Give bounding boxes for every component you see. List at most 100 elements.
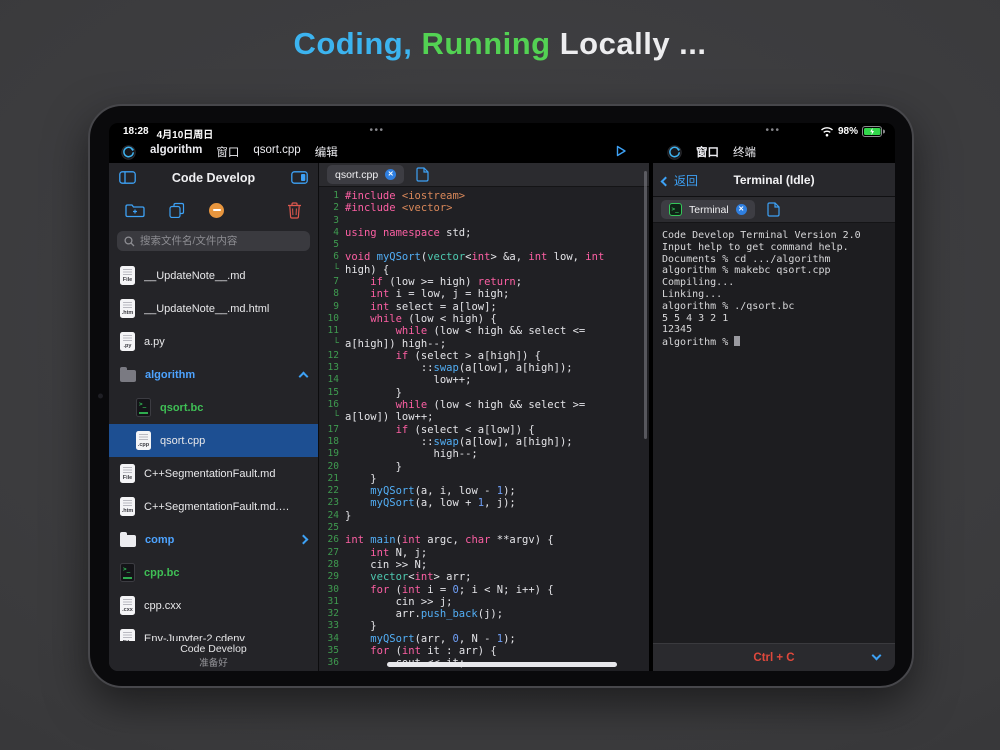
terminal-app: 返回 Terminal (Idle) Terminal ✕ Code Devel… — [653, 163, 895, 671]
code-line: 22 myQSort(a, i, low - 1); — [319, 485, 649, 497]
file-row[interactable]: cpp.bc — [109, 556, 318, 589]
file-name: C++SegmentationFault.md.… — [144, 501, 290, 513]
code-line: 7 if (low >= high) return; — [319, 276, 649, 288]
code-line: 34 myQSort(arr, 0, N - 1); — [319, 633, 649, 645]
code-editor[interactable]: qsort.cpp ✕ 1#include <iostream>2#includ… — [319, 163, 649, 671]
code-line: 25 — [319, 522, 649, 534]
ctrl-c-button[interactable]: Ctrl + C — [753, 652, 794, 664]
file-name: cpp.bc — [144, 567, 179, 579]
exec-icon — [136, 398, 151, 417]
file-list: File__UpdateNote__.md .htm __UpdateNote__.… — [109, 259, 318, 671]
search-input[interactable] — [140, 235, 303, 247]
ipad-device: 18:28 4月10日周日 ••• ••• 98% algorit — [88, 104, 914, 688]
chevron-left-icon — [661, 176, 671, 186]
terminal-icon — [669, 203, 682, 216]
file-row[interactable]: qsort.bc — [109, 391, 318, 424]
trash-button[interactable] — [287, 202, 302, 219]
terminal-output[interactable]: Code Develop Terminal Version 2.0Input h… — [653, 223, 895, 643]
code-line: 30 for (int i = 0; i < N; i++) { — [319, 584, 649, 596]
chevron-right-icon[interactable] — [299, 535, 309, 545]
file-name: qsort.cpp — [160, 435, 205, 447]
wifi-icon — [820, 126, 834, 137]
menu-bar: algorithm窗口qsort.cpp编辑 窗口终端 — [109, 141, 895, 163]
file-name: a.py — [144, 336, 165, 348]
multitask-dots-left[interactable]: ••• — [369, 125, 384, 136]
tab-qsort-cpp[interactable]: qsort.cpp ✕ — [327, 165, 404, 184]
code-develop-app-icon[interactable] — [667, 145, 682, 160]
menu-item[interactable]: 窗口 — [696, 144, 719, 160]
status-time: 18:28 — [123, 126, 149, 141]
file-row[interactable]: .cppqsort.cpp — [109, 424, 318, 457]
code-line: 29 vector<int> arr; — [319, 571, 649, 583]
title-part: Running — [412, 26, 550, 61]
menu-item[interactable]: qsort.cpp — [253, 144, 300, 160]
editor-scrollbar[interactable] — [644, 171, 647, 439]
code-line: 31 cin >> j; — [319, 596, 649, 608]
search-icon — [124, 236, 135, 247]
code-line: 18 ::swap(a[low], a[high]); — [319, 436, 649, 448]
file-row[interactable]: .htm C++SegmentationFault.md.… — [109, 490, 318, 523]
new-terminal-icon[interactable] — [767, 202, 780, 217]
panel-switch-icon[interactable] — [291, 171, 308, 184]
run-button[interactable] — [614, 144, 628, 158]
new-folder-button[interactable] — [125, 203, 145, 218]
code-area[interactable]: 1#include <iostream>2#include <vector> 34… — [319, 188, 649, 671]
home-indicator[interactable] — [387, 662, 617, 667]
sidebar-title: Code Develop — [109, 171, 318, 185]
file-name: comp — [145, 534, 174, 546]
code-line: └high) { — [319, 264, 649, 276]
code-line: 35 for (int it : arr) { — [319, 645, 649, 657]
terminal-title: Terminal (Idle) — [733, 173, 814, 187]
doc-icon: .cxx — [120, 596, 135, 615]
new-file-icon[interactable] — [416, 167, 429, 182]
file-name: cpp.cxx — [144, 600, 181, 612]
menu-item[interactable]: 窗口 — [216, 144, 239, 160]
file-row[interactable]: comp — [109, 523, 318, 556]
menu-item[interactable]: 编辑 — [315, 144, 338, 160]
file-name: qsort.bc — [160, 402, 203, 414]
duplicate-button[interactable] — [169, 202, 185, 218]
file-row[interactable]: File__UpdateNote__.md — [109, 259, 318, 292]
terminal-prompt-line: algorithm % — [662, 336, 886, 349]
doc-icon: .htm — [120, 497, 135, 516]
menu-item[interactable]: algorithm — [150, 144, 202, 160]
close-tab-icon[interactable]: ✕ — [736, 204, 747, 215]
terminal-line: 5 5 4 3 2 1 — [662, 313, 886, 325]
terminal-footer: Ctrl + C — [653, 643, 895, 671]
tab-terminal[interactable]: Terminal ✕ — [661, 200, 755, 219]
doc-icon: .htm — [120, 299, 135, 318]
code-line: 12 if (select > a[high]) { — [319, 350, 649, 362]
back-label: 返回 — [674, 172, 698, 189]
terminal-nav-bar: 返回 Terminal (Idle) — [653, 163, 895, 197]
code-line: 8 int i = low, j = high; — [319, 288, 649, 300]
menu-item[interactable]: 终端 — [733, 144, 756, 160]
file-row[interactable]: .cxx cpp.cxx — [109, 589, 318, 622]
code-develop-app-icon[interactable] — [121, 145, 136, 160]
tab-label: qsort.cpp — [335, 169, 378, 181]
code-line: 1#include <iostream> — [319, 190, 649, 202]
chevron-down-icon[interactable] — [872, 651, 882, 661]
file-name: __UpdateNote__.md.html — [144, 303, 269, 315]
close-tab-icon[interactable]: ✕ — [385, 169, 396, 180]
file-row[interactable]: FileC++SegmentationFault.md — [109, 457, 318, 490]
folder-open-icon — [120, 370, 136, 382]
file-row[interactable]: .pya.py — [109, 325, 318, 358]
code-line: 23 myQSort(a, low + 1, j); — [319, 497, 649, 509]
file-row[interactable]: algorithm — [109, 358, 318, 391]
page-title: Coding, Running Locally ... — [0, 26, 1000, 62]
code-line: 24} — [319, 510, 649, 522]
back-button[interactable]: 返回 — [662, 172, 698, 189]
battery-percent: 98% — [838, 126, 858, 137]
code-line: 27 int N, j; — [319, 547, 649, 559]
code-line: 33 } — [319, 620, 649, 632]
multitask-dots-right[interactable]: ••• — [765, 125, 780, 136]
front-camera-icon — [98, 394, 103, 399]
hide-button[interactable] — [209, 203, 224, 218]
search-box[interactable] — [117, 231, 310, 251]
file-row[interactable]: .htm __UpdateNote__.md.html — [109, 292, 318, 325]
editor-tab-bar: qsort.cpp ✕ — [319, 163, 649, 187]
terminal-cursor — [734, 336, 740, 346]
code-line: 10 while (low < high) { — [319, 313, 649, 325]
chevron-up-icon[interactable] — [299, 372, 309, 382]
code-line: 2#include <vector> — [319, 202, 649, 214]
